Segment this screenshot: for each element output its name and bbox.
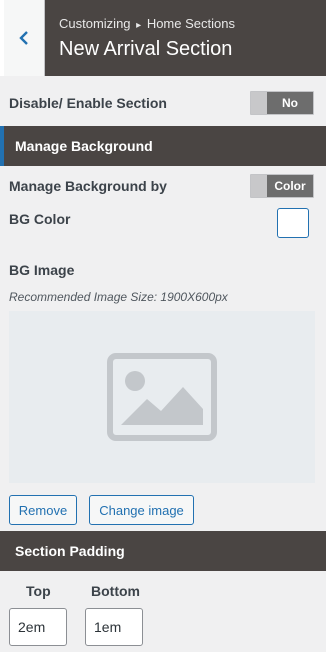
breadcrumb-separator: ▸ — [136, 20, 142, 31]
toggle-value: No — [267, 92, 313, 114]
bg-image-hint: Recommended Image Size: 1900X600px — [9, 290, 228, 304]
back-button[interactable] — [0, 0, 45, 76]
background-type-toggle[interactable]: Color — [250, 174, 314, 198]
breadcrumb-child: Home Sections — [146, 16, 235, 31]
toggle-knob — [251, 92, 267, 114]
chevron-left-icon — [19, 31, 28, 45]
manage-background-by-label: Manage Background by — [9, 178, 167, 194]
image-icon — [107, 353, 217, 441]
padding-top-label: Top — [26, 583, 51, 599]
breadcrumb-parent: Customizing — [59, 16, 131, 31]
padding-bottom-input[interactable] — [85, 608, 143, 646]
toggle-value: Color — [267, 175, 313, 197]
padding-top-input[interactable] — [9, 608, 67, 646]
enable-section-toggle[interactable]: No — [250, 91, 314, 115]
breadcrumb: Customizing ▸ Home Sections — [59, 16, 326, 34]
customizer-header: Customizing ▸ Home Sections New Arrival … — [0, 0, 326, 76]
bg-color-picker[interactable] — [277, 208, 309, 238]
section-padding-heading: Section Padding — [0, 531, 326, 571]
change-image-button[interactable]: Change image — [89, 495, 194, 525]
bg-image-label: BG Image — [9, 262, 75, 278]
padding-bottom-label: Bottom — [91, 583, 140, 599]
title-box: Customizing ▸ Home Sections New Arrival … — [45, 0, 326, 76]
enable-section-label: Disable/ Enable Section — [9, 95, 167, 111]
bg-color-label: BG Color — [9, 211, 71, 227]
toggle-knob — [251, 175, 267, 197]
manage-background-heading: Manage Background — [0, 126, 326, 166]
bg-image-placeholder[interactable] — [9, 311, 315, 483]
page-title: New Arrival Section — [59, 38, 233, 60]
remove-image-button[interactable]: Remove — [9, 495, 77, 525]
